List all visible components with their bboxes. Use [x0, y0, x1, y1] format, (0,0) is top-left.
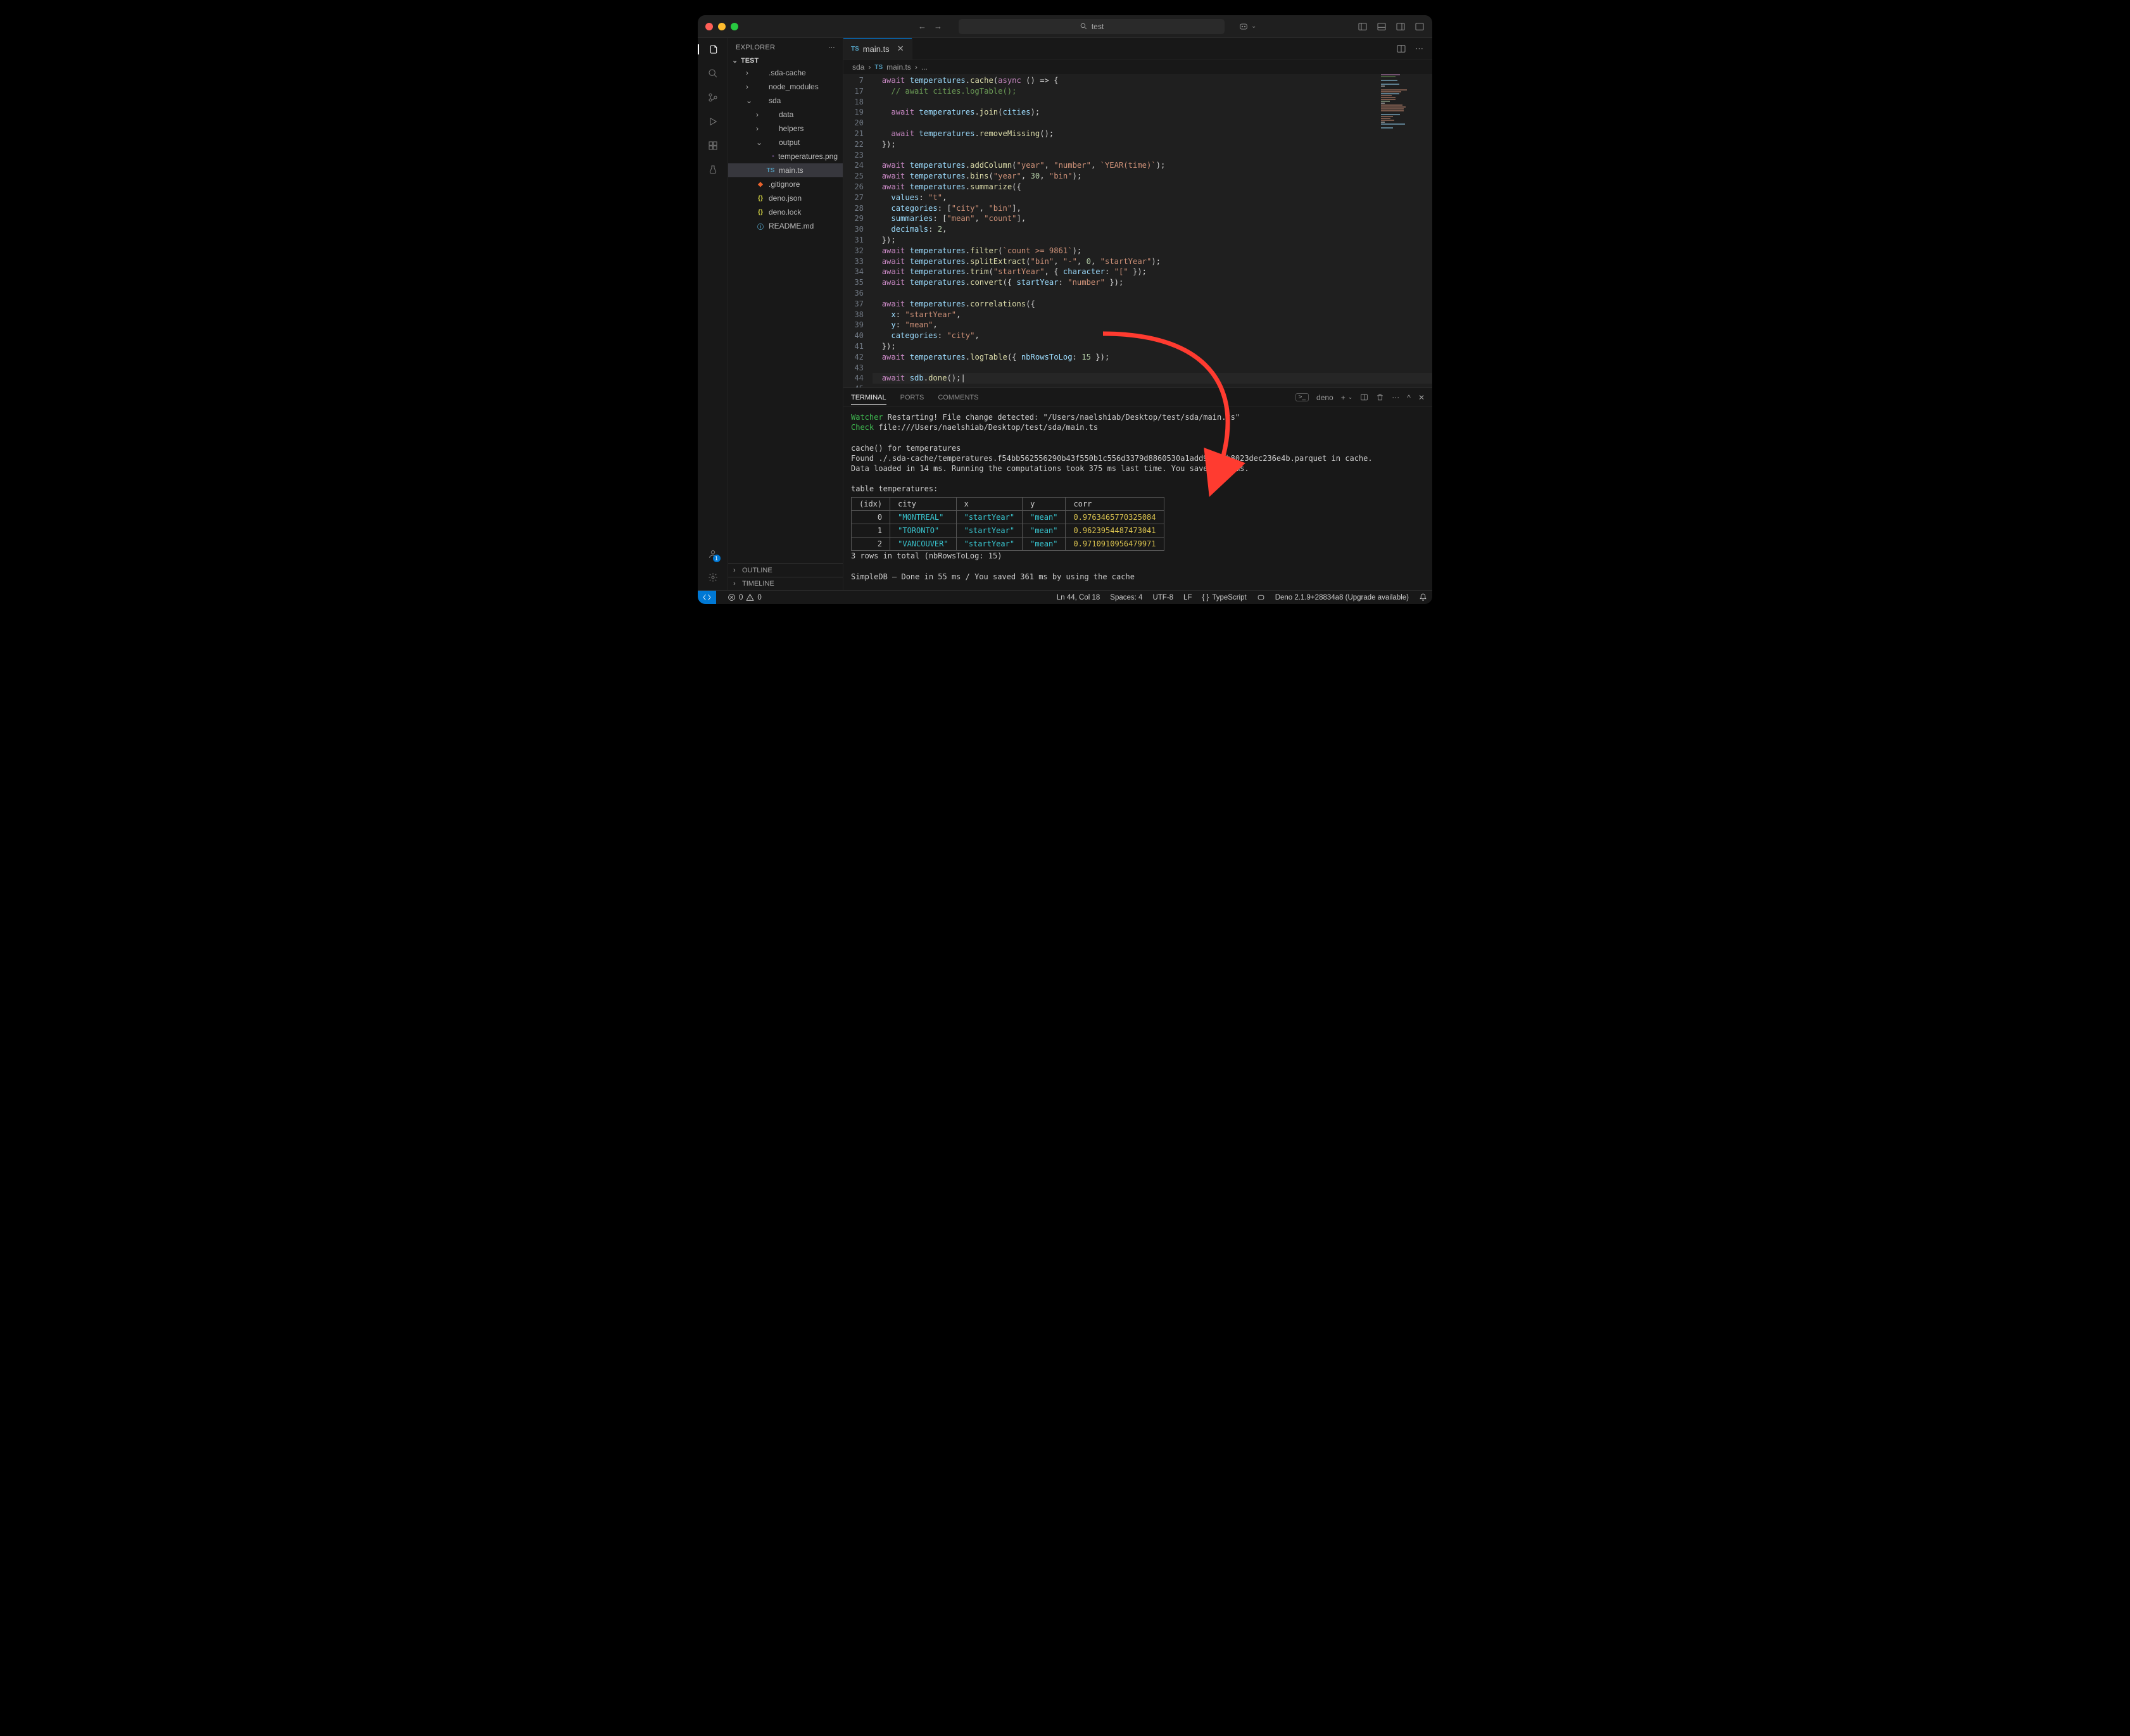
nav-forward-button[interactable]: → [934, 22, 942, 31]
folder-item[interactable]: ›data [728, 108, 843, 122]
explorer-project-header[interactable]: ⌄TEST [728, 55, 843, 66]
terminal-label[interactable]: deno [1316, 393, 1333, 402]
account-icon [708, 549, 718, 559]
search-icon [1080, 22, 1088, 30]
warning-icon [746, 593, 754, 601]
tab-main-ts[interactable]: TS main.ts ✕ [843, 38, 912, 60]
file-item[interactable]: {}deno.lock [728, 205, 843, 219]
activity-bar [698, 38, 728, 590]
editor-group: TS main.ts ✕ ⋯ sda› TSmain.ts› ... 71718… [843, 38, 1432, 590]
explorer-title: EXPLORER [736, 44, 775, 51]
window-controls [705, 23, 738, 30]
copilot-icon [1257, 593, 1265, 601]
code-editor[interactable]: 7171819202122232425262728293031323334353… [843, 74, 1432, 387]
nav-back-button[interactable]: ← [918, 22, 926, 31]
timeline-section[interactable]: ›TIMELINE [728, 577, 843, 590]
breadcrumb[interactable]: sda› TSmain.ts› ... [843, 60, 1432, 74]
layout-panel-icon[interactable] [1377, 22, 1387, 32]
explorer-more-button[interactable]: ⋯ [828, 43, 835, 51]
terminal-table: (idx)cityxycorr0"MONTREAL""startYear""me… [851, 497, 1164, 551]
new-terminal-button[interactable]: + [1341, 393, 1345, 402]
file-icon: ⓘ [756, 222, 765, 231]
nav-buttons: ← → [918, 22, 942, 31]
split-terminal-button[interactable] [1360, 393, 1368, 401]
language-mode-button[interactable]: { } TypeScript [1202, 593, 1246, 601]
remote-icon [703, 593, 711, 601]
activity-extensions[interactable] [708, 141, 718, 151]
maximize-panel-button[interactable]: ^ [1407, 393, 1411, 402]
close-window-button[interactable] [705, 23, 713, 30]
ts-icon: TS [851, 46, 859, 53]
maximize-window-button[interactable] [731, 23, 738, 30]
activity-scm[interactable] [708, 92, 718, 103]
command-center[interactable]: test [959, 19, 1225, 34]
layout-customize-icon[interactable] [1415, 22, 1425, 32]
panel-more-button[interactable]: ⋯ [1392, 393, 1399, 402]
activity-search[interactable] [708, 68, 718, 79]
file-item[interactable]: ⓘREADME.md [728, 219, 843, 233]
folder-item[interactable]: ›.sda-cache [728, 66, 843, 80]
file-item[interactable]: ▫temperatures.png [728, 149, 843, 163]
file-icon: ◆ [756, 181, 765, 188]
explorer-sidebar: EXPLORER ⋯ ⌄TEST ›.sda-cache›node_module… [728, 38, 843, 590]
remote-button[interactable] [698, 591, 716, 605]
folder-item[interactable]: ›node_modules [728, 80, 843, 94]
activity-account[interactable] [708, 549, 718, 561]
files-icon [709, 44, 719, 54]
copilot-button[interactable]: ⌄ [1238, 22, 1256, 32]
vscode-window: ← → test ⌄ [698, 15, 1432, 604]
window-title: test [1092, 22, 1104, 31]
editor-more-button[interactable]: ⋯ [1415, 44, 1423, 54]
layout-secondary-side-icon[interactable] [1396, 22, 1406, 32]
activity-testing[interactable] [708, 165, 718, 175]
activity-run[interactable] [708, 116, 718, 127]
file-tree: ›.sda-cache›node_modules⌄sda›data›helper… [728, 66, 843, 237]
activity-settings[interactable] [708, 572, 718, 582]
panel-tab-terminal[interactable]: TERMINAL [851, 391, 886, 405]
tab-label: main.ts [863, 44, 890, 54]
titlebar: ← → test ⌄ [698, 15, 1432, 38]
encoding-button[interactable]: UTF-8 [1152, 593, 1173, 601]
layout-controls [1358, 22, 1425, 32]
error-icon [728, 593, 736, 601]
panel: TERMINAL PORTS COMMENTS >_ deno +⌄ ⋯ ^ ✕… [843, 387, 1432, 590]
activity-explorer[interactable] [698, 44, 728, 54]
bell-icon [1419, 593, 1427, 601]
cursor-position[interactable]: Ln 44, Col 18 [1057, 593, 1100, 601]
folder-item[interactable]: ›helpers [728, 122, 843, 135]
status-bar: 0 0 Ln 44, Col 18 Spaces: 4 UTF-8 LF { }… [698, 590, 1432, 604]
deno-status[interactable]: Deno 2.1.9+28834a8 (Upgrade available) [1275, 593, 1409, 601]
file-item[interactable]: TSmain.ts [728, 163, 843, 177]
problems-button[interactable]: 0 0 [728, 593, 762, 601]
indentation-button[interactable]: Spaces: 4 [1110, 593, 1142, 601]
close-panel-button[interactable]: ✕ [1418, 393, 1425, 402]
file-item[interactable]: ◆.gitignore [728, 177, 843, 191]
minimap[interactable] [1381, 74, 1428, 131]
split-editor-button[interactable] [1396, 44, 1406, 54]
layout-primary-side-icon[interactable] [1358, 22, 1368, 32]
notifications-button[interactable] [1419, 593, 1427, 601]
panel-tab-comments[interactable]: COMMENTS [938, 391, 978, 405]
copilot-status[interactable] [1257, 593, 1265, 601]
file-icon: ▫ [772, 153, 774, 160]
tab-close-button[interactable]: ✕ [897, 44, 904, 54]
panel-tab-ports[interactable]: PORTS [900, 391, 924, 405]
folder-item[interactable]: ⌄output [728, 135, 843, 149]
copilot-icon [1238, 22, 1249, 32]
outline-section[interactable]: ›OUTLINE [728, 563, 843, 577]
file-icon: {} [756, 209, 765, 216]
file-item[interactable]: {}deno.json [728, 191, 843, 205]
eol-button[interactable]: LF [1183, 593, 1192, 601]
file-icon: TS [766, 167, 775, 174]
tabs-bar: TS main.ts ✕ ⋯ [843, 38, 1432, 60]
kill-terminal-button[interactable] [1376, 393, 1384, 401]
minimize-window-button[interactable] [718, 23, 726, 30]
terminal-profile-icon: >_ [1295, 393, 1309, 401]
panel-tabs: TERMINAL PORTS COMMENTS >_ deno +⌄ ⋯ ^ ✕ [843, 388, 1432, 407]
project-name: TEST [741, 57, 759, 65]
file-icon: {} [756, 195, 765, 202]
terminal-output[interactable]: Watcher Restarting! File change detected… [843, 407, 1432, 590]
folder-item[interactable]: ⌄sda [728, 94, 843, 108]
